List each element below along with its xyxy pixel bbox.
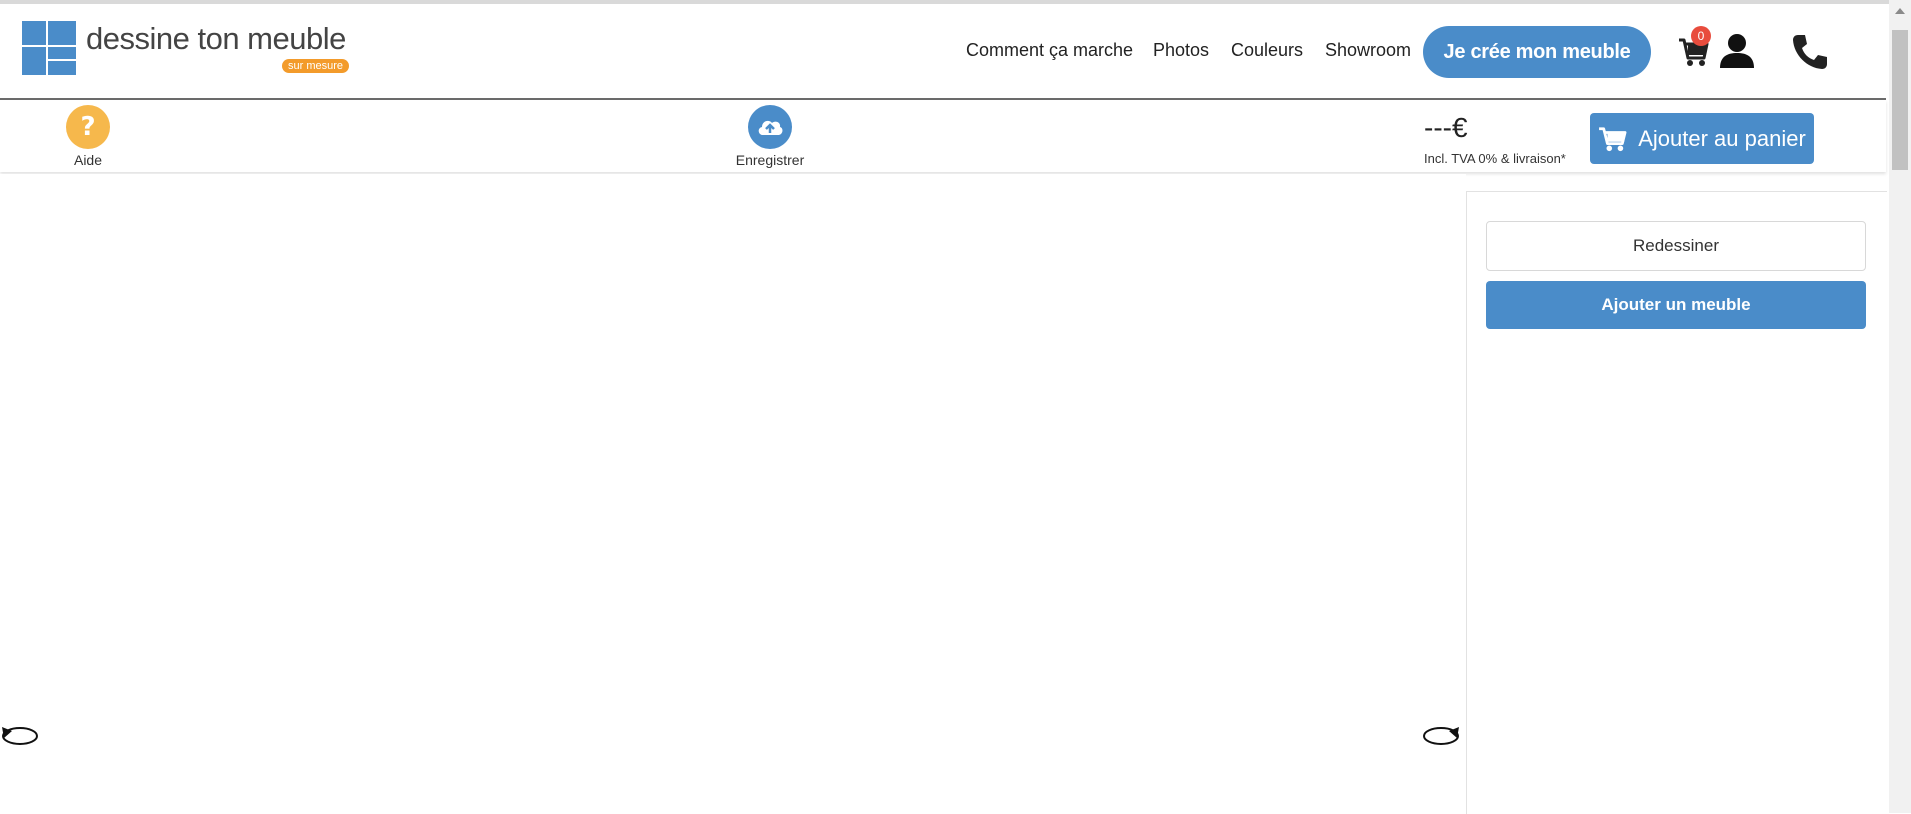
add-furniture-button[interactable]: Ajouter un meuble bbox=[1486, 281, 1866, 329]
logo[interactable]: dessine ton meuble sur mesure bbox=[22, 21, 352, 81]
rotate-right-icon[interactable] bbox=[1421, 723, 1461, 747]
price-note: Incl. TVA 0% & livraison* bbox=[1424, 151, 1566, 166]
question-icon: ? bbox=[66, 105, 110, 149]
side-panel: Redessiner Ajouter un meuble bbox=[1466, 191, 1887, 814]
price-value: ---€ bbox=[1424, 112, 1468, 143]
design-canvas[interactable] bbox=[0, 174, 1466, 813]
nav-showroom[interactable]: Showroom bbox=[1325, 40, 1411, 61]
site-header: dessine ton meuble sur mesure Comment ça… bbox=[0, 4, 1886, 100]
rotate-left-icon[interactable] bbox=[0, 723, 40, 747]
add-to-cart-label: Ajouter au panier bbox=[1638, 125, 1806, 151]
redraw-button[interactable]: Redessiner bbox=[1486, 221, 1866, 271]
save-label: Enregistrer bbox=[735, 152, 805, 168]
logo-grid-icon bbox=[22, 21, 76, 75]
save-tool[interactable]: Enregistrer bbox=[734, 105, 806, 168]
logo-tagline: sur mesure bbox=[282, 59, 350, 73]
nav-photos[interactable]: Photos bbox=[1153, 40, 1209, 61]
help-tool[interactable]: ? Aide bbox=[66, 105, 110, 168]
nav-couleurs[interactable]: Couleurs bbox=[1231, 40, 1303, 61]
cart-count-badge: 0 bbox=[1691, 26, 1711, 46]
user-icon[interactable] bbox=[1718, 32, 1756, 70]
add-to-cart-button[interactable]: Ajouter au panier bbox=[1590, 113, 1814, 164]
design-toolbar: ? Aide Enregistrer ---€ Incl. TVA 0% & l… bbox=[0, 100, 1886, 172]
scroll-up-icon[interactable] bbox=[1895, 8, 1905, 14]
scroll-thumb[interactable] bbox=[1892, 30, 1908, 170]
help-label: Aide bbox=[73, 152, 103, 168]
cloud-upload-icon bbox=[748, 105, 792, 149]
create-furniture-button[interactable]: Je crée mon meuble bbox=[1423, 26, 1651, 78]
page-scrollbar[interactable] bbox=[1889, 0, 1911, 813]
logo-text: dessine ton meuble bbox=[86, 21, 346, 56]
cart-icon bbox=[1599, 126, 1627, 151]
nav-comment-ca-marche[interactable]: Comment ça marche bbox=[966, 40, 1133, 61]
phone-icon[interactable] bbox=[1790, 32, 1830, 72]
